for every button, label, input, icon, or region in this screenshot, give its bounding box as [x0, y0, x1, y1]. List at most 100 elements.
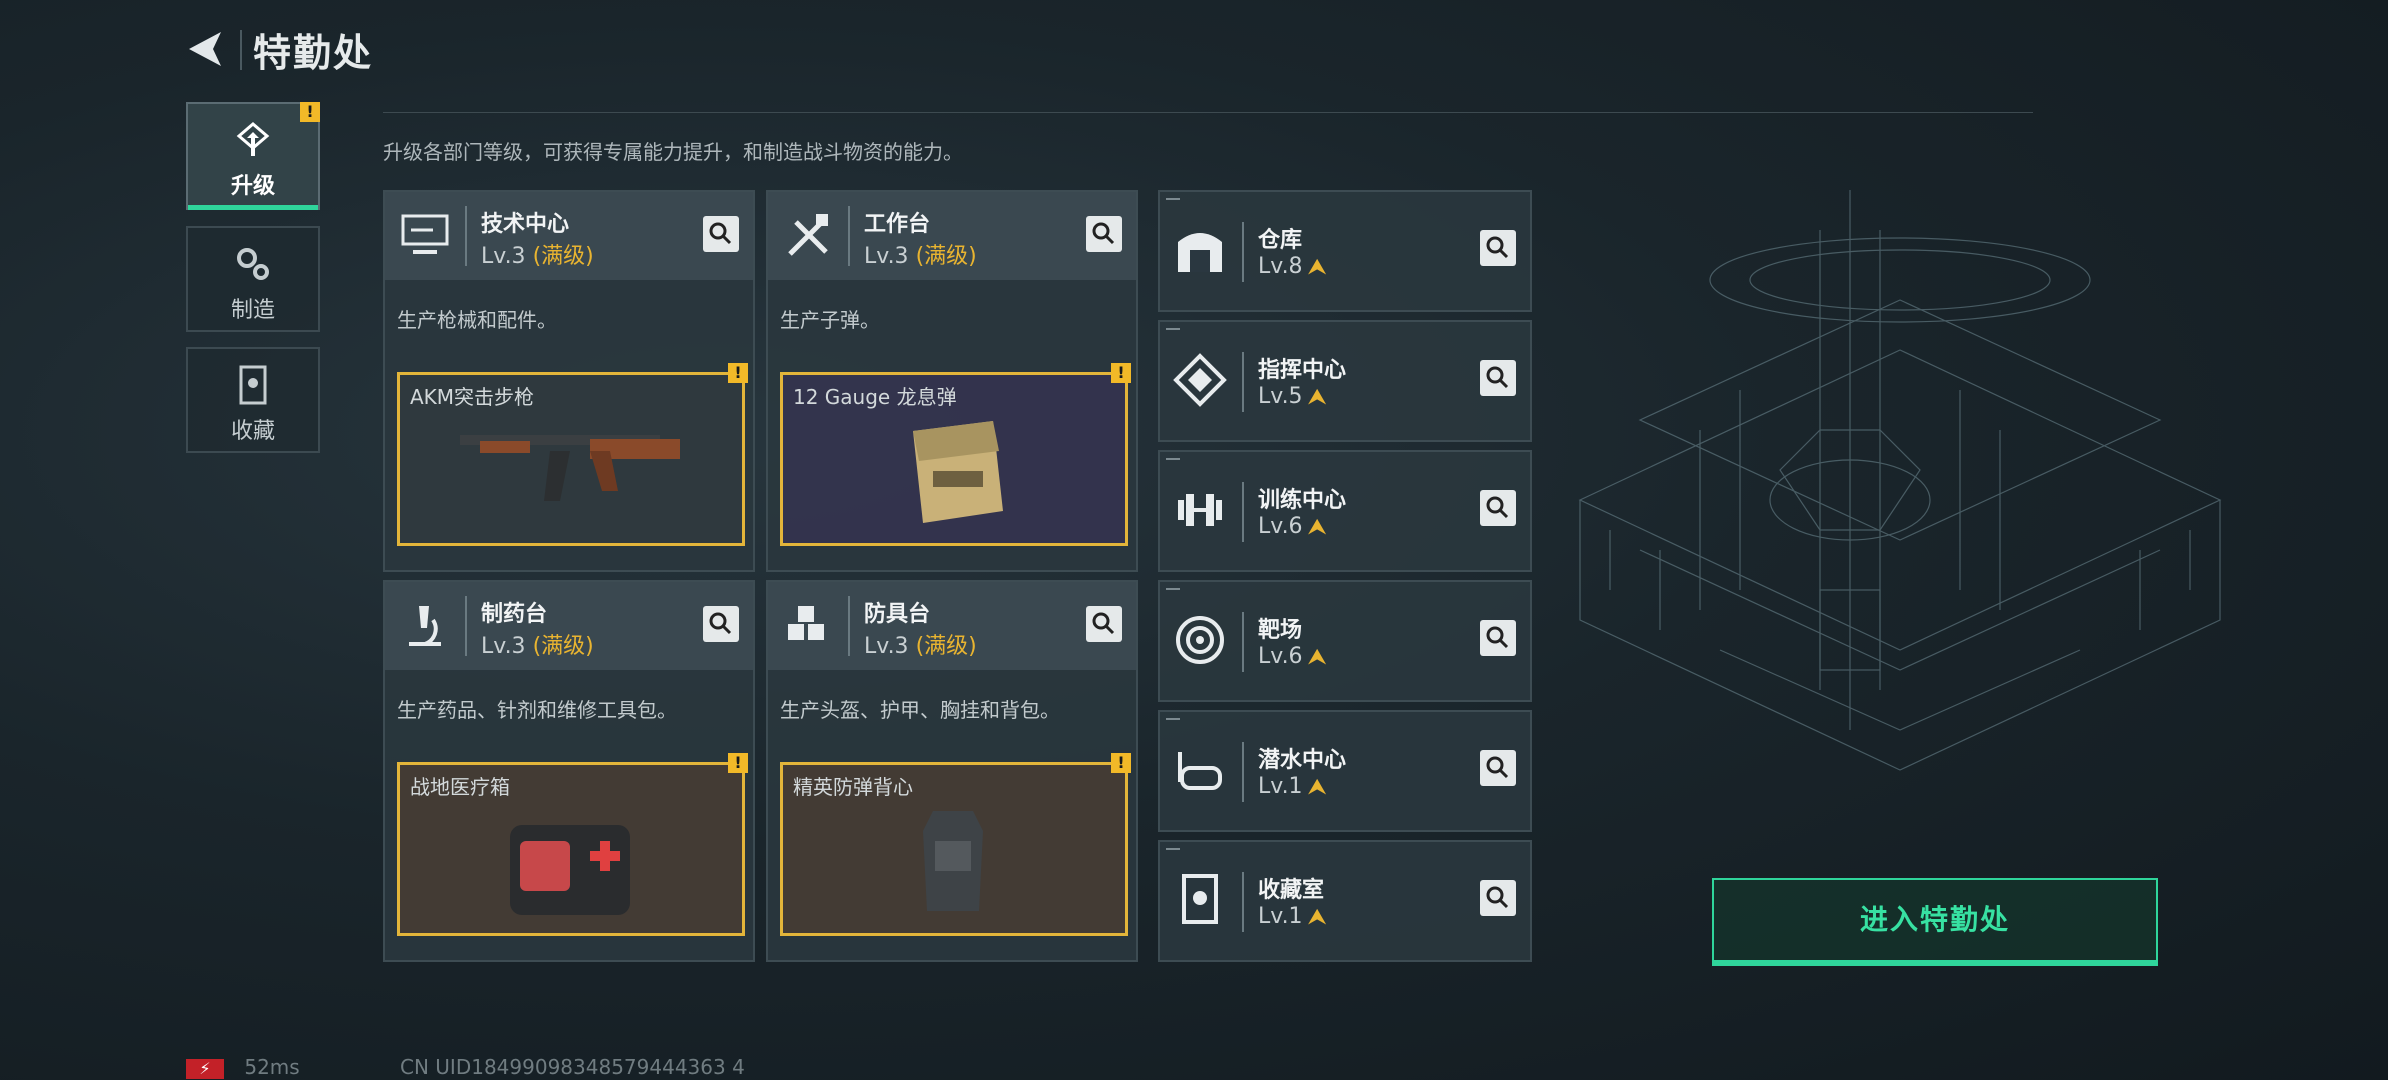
tab-upgrade[interactable]: 升级 !: [186, 102, 320, 210]
inspect-button[interactable]: [703, 606, 739, 642]
page-title: 特勤处: [253, 31, 374, 75]
diving-mask-icon: [1178, 752, 1222, 790]
facility-name: 指挥中心: [1258, 358, 1347, 383]
item-name: 战地医疗箱: [410, 775, 510, 799]
inspect-button[interactable]: [1480, 230, 1516, 266]
collection-icon: [1182, 874, 1218, 924]
facility-level: Lv.5 ⮝: [1258, 384, 1326, 409]
facility-description: 生产枪械和配件。: [397, 308, 557, 332]
command-icon: [1173, 353, 1227, 407]
facility-level-value: Lv.1: [1258, 904, 1303, 929]
status-bar: ⚡ 52ms: [186, 1055, 300, 1079]
alert-badge: !: [300, 102, 320, 122]
max-level-tag: (满级): [532, 634, 594, 659]
facility-level-value: Lv.6: [1258, 514, 1303, 539]
facility-tile-shooting-range[interactable]: 靶场 Lv.6 ⮝: [1158, 580, 1532, 702]
facility-name: 靶场: [1258, 618, 1303, 643]
facility-card-tech-center[interactable]: 技术中心 Lv.3 (满级) 生产枪械和配件。 AKM突击步枪 !: [383, 190, 755, 572]
inspect-button[interactable]: [1086, 606, 1122, 642]
tile-corner-mark: [1166, 718, 1180, 720]
enter-special-ops-button[interactable]: 进入特勤处: [1712, 878, 2158, 966]
warehouse-icon: [1178, 233, 1222, 272]
tile-corner-mark: [1166, 848, 1180, 850]
inspect-button[interactable]: [1480, 490, 1516, 526]
facility-level-value: Lv.6: [1258, 644, 1303, 669]
facility-name: 潜水中心: [1258, 748, 1347, 773]
facility-level: Lv.8 ⮝: [1258, 254, 1326, 279]
tile-corner-mark: [1166, 458, 1180, 460]
facility-level: Lv.1 ⮝: [1258, 774, 1326, 799]
facility-tile-collection-room[interactable]: 收藏室 Lv.1 ⮝: [1158, 840, 1532, 962]
inspect-button[interactable]: [1480, 750, 1516, 786]
tile-corner-mark: [1166, 588, 1180, 590]
dumbbell-icon: [1178, 494, 1222, 526]
facility-card-armor-bench[interactable]: 防具台 Lv.3 (满级) 生产头盔、护甲、胸挂和背包。 精英防弹背心 !: [766, 580, 1138, 962]
production-item-slot[interactable]: 精英防弹背心 !: [780, 753, 1131, 936]
facility-level-value: Lv.8: [1258, 254, 1303, 279]
max-level-tag: (满级): [532, 244, 594, 269]
production-item-slot[interactable]: AKM突击步枪 !: [397, 363, 748, 546]
facility-name: 防具台: [864, 602, 931, 627]
upgradable-chevron-icon: ⮝: [1308, 514, 1326, 538]
search-icon: [709, 612, 732, 635]
facility-name: 训练中心: [1258, 488, 1347, 513]
facility-level: Lv.3 (满级): [864, 238, 977, 270]
facility-description: 生产头盔、护甲、胸挂和背包。: [780, 698, 1060, 722]
facility-name: 仓库: [1258, 228, 1303, 253]
tab-craft-label: 制造: [230, 298, 275, 323]
production-item-slot[interactable]: 战地医疗箱 !: [397, 753, 748, 936]
facility-level: Lv.3 (满级): [481, 628, 594, 660]
search-icon: [1486, 756, 1509, 779]
tools-icon: [788, 214, 828, 256]
facility-tile-diving-center[interactable]: 潜水中心 Lv.1 ⮝: [1158, 710, 1532, 832]
upgradable-chevron-icon: ⮝: [1308, 254, 1326, 278]
tile-divider: [1242, 352, 1244, 412]
item-name: 精英防弹背心: [793, 775, 913, 799]
ammo-box-image: [913, 421, 1003, 523]
production-item-slot[interactable]: 12 Gauge 龙息弹 !: [780, 363, 1131, 546]
inspect-button[interactable]: [1480, 880, 1516, 916]
monitor-icon: [401, 214, 449, 254]
facility-tile-command-center[interactable]: 指挥中心 Lv.5 ⮝: [1158, 320, 1532, 442]
facility-level: Lv.6 ⮝: [1258, 644, 1326, 669]
tile-divider: [1242, 742, 1244, 802]
inspect-button[interactable]: [703, 216, 739, 252]
search-icon: [709, 222, 732, 245]
back-arrow-icon: [189, 32, 221, 66]
inspect-button[interactable]: [1480, 620, 1516, 656]
alert-badge: !: [728, 753, 748, 773]
rifle-image: [460, 435, 680, 501]
facility-description: 生产药品、针剂和维修工具包。: [397, 698, 677, 722]
armor-blocks-icon: [788, 606, 824, 640]
search-icon: [1486, 886, 1509, 909]
max-level-tag: (满级): [915, 634, 977, 659]
facility-level-value: Lv.3: [864, 634, 909, 659]
alert-badge: !: [1111, 753, 1131, 773]
inspect-button[interactable]: [1086, 216, 1122, 252]
gears-icon: [237, 248, 269, 280]
facility-tile-warehouse[interactable]: 仓库 Lv.8 ⮝: [1158, 190, 1532, 312]
tab-upgrade-label: 升级: [230, 174, 275, 199]
upgradable-chevron-icon: ⮝: [1308, 644, 1326, 668]
facility-level-value: Lv.3: [481, 244, 526, 269]
facility-level: Lv.3 (满级): [481, 238, 594, 270]
collection-icon: [239, 365, 267, 405]
facility-tile-training-center[interactable]: 训练中心 Lv.6 ⮝: [1158, 450, 1532, 572]
user-uid: CN UID18499098348579444363 4: [400, 1055, 745, 1079]
back-button[interactable]: [183, 24, 233, 74]
facility-card-workbench[interactable]: 工作台 Lv.3 (满级) 生产子弹。 12 Gauge 龙息弹 !: [766, 190, 1138, 572]
inspect-button[interactable]: [1480, 360, 1516, 396]
tab-collection[interactable]: 收藏: [186, 347, 320, 453]
title-divider: [240, 30, 242, 70]
facility-level-value: Lv.1: [1258, 774, 1303, 799]
medkit-image: [510, 825, 630, 915]
special-ops-blueprint-illustration: [1578, 190, 2222, 771]
upgradable-chevron-icon: ⮝: [1308, 774, 1326, 798]
network-ping: 52ms: [244, 1055, 300, 1079]
facility-name: 工作台: [864, 212, 931, 237]
facility-card-pharmacy[interactable]: 制药台 Lv.3 (满级) 生产药品、针剂和维修工具包。 战地医疗箱 !: [383, 580, 755, 962]
tab-craft[interactable]: 制造: [186, 226, 320, 332]
tile-divider: [1242, 612, 1244, 672]
search-icon: [1486, 236, 1509, 259]
search-icon: [1486, 626, 1509, 649]
